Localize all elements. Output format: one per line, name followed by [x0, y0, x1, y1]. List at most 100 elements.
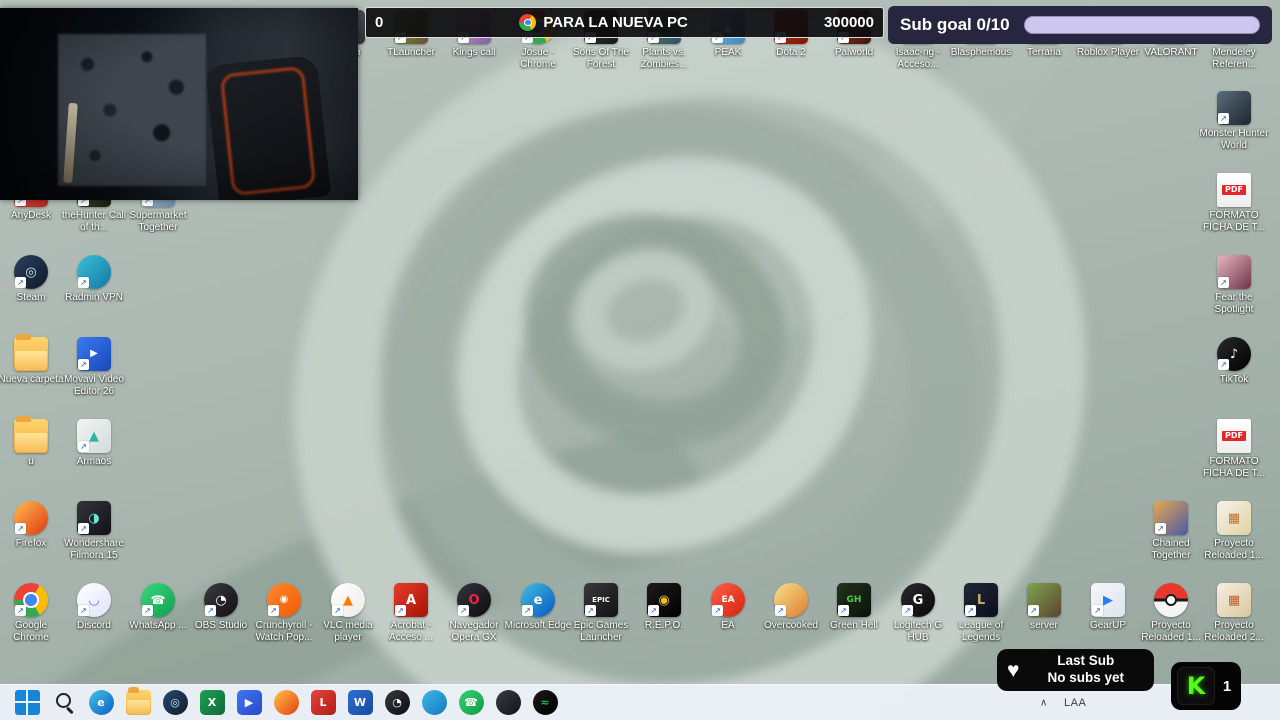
icon-glyph: ▦ — [1227, 510, 1241, 526]
taskbar-app-firefox[interactable] — [273, 690, 299, 716]
taskbar-app-excel[interactable]: X — [199, 690, 225, 716]
icon-art: ≈ — [532, 690, 558, 715]
icon-art: ◎ ↗ — [14, 255, 48, 289]
icon-label: VALORANT — [1144, 47, 1198, 58]
desktop-icon-radmin-vpn[interactable]: ↗ Radmin VPN — [59, 255, 129, 304]
icon-label: Crunchyroll - Watch Pop... — [255, 620, 313, 643]
icon-label: Mendeley Referen... — [1212, 47, 1256, 70]
icon-glyph: ◡ — [89, 592, 99, 608]
desktop-icon-acrobat[interactable]: A ↗ Acrobat - Acceso ... — [376, 583, 446, 643]
shortcut-arrow-icon: ↗ — [1028, 605, 1039, 616]
taskbar-app-app-l[interactable]: L — [310, 690, 336, 716]
icon-label: Josue - Chrome — [520, 47, 556, 70]
icon-label: Proyecto Reloaded 2... — [1204, 620, 1264, 643]
desktop-icon-steam[interactable]: ◎ ↗ Steam — [0, 255, 66, 304]
desktop-icon-discord[interactable]: ◡ ↗ Discord — [59, 583, 129, 632]
icon-label: PEAK — [714, 47, 742, 58]
desktop-icon-proyecto-reloaded-2[interactable]: ▦ ↗ Proyecto Reloaded 2... — [1199, 583, 1269, 643]
desktop-icon-proyecto-reloaded-doc[interactable]: ▦ ↗ Proyecto Reloaded 1... — [1199, 501, 1269, 561]
desktop-icon-chained-together[interactable]: ↗ Chained Together — [1136, 501, 1206, 561]
icon-art: PDF ↗ — [1217, 173, 1251, 207]
icon-art: L ↗ — [964, 583, 998, 617]
desktop-icon-armaos[interactable]: ▲ ↗ Armaos — [59, 419, 129, 468]
icon-label: Radmin VPN — [65, 292, 123, 303]
taskbar-app-obs-studio[interactable]: ◔ — [384, 690, 410, 716]
desktop-icon-opera-gx[interactable]: O ↗ Navegador Opera GX — [439, 583, 509, 643]
taskbar-app-app-dark[interactable] — [495, 690, 521, 716]
icon-art: ↗ — [14, 501, 48, 535]
icon-art: ↗ — [1027, 583, 1061, 617]
shortcut-arrow-icon: ↗ — [78, 277, 89, 288]
icon-art: ▶ ↗ — [1091, 583, 1125, 617]
shortcut-arrow-icon: ↗ — [332, 605, 343, 616]
desktop-icon-crunchyroll[interactable]: ◉ ↗ Crunchyroll - Watch Pop... — [249, 583, 319, 643]
shortcut-arrow-icon: ↗ — [648, 605, 659, 616]
icon-art: G ↗ — [901, 583, 935, 617]
icon-art: EPIC ↗ — [584, 583, 618, 617]
desktop-icon-movavi-video-editor[interactable]: ▶ ↗ Movavi Video Editor 26 — [59, 337, 129, 397]
shortcut-arrow-icon: ↗ — [268, 605, 279, 616]
shortcut-arrow-icon: ↗ — [395, 605, 406, 616]
webcam-vignette — [0, 8, 358, 200]
desktop-icon-epic-games[interactable]: EPIC ↗ Epic Games Launcher — [566, 583, 636, 643]
desktop-icon-whatsapp[interactable]: ☎ ↗ WhatsApp ... — [123, 583, 193, 632]
icon-art — [273, 690, 299, 715]
icon-label: TikTok — [1219, 374, 1249, 385]
icon-label: Kings call — [452, 47, 496, 58]
desktop-icon-obs-studio[interactable]: ◔ ↗ OBS Studio — [186, 583, 256, 632]
icon-label: Firefox — [15, 538, 47, 549]
icon-glyph: ▶ — [90, 348, 98, 359]
desktop-icon-firefox[interactable]: ↗ Firefox — [0, 501, 66, 550]
desktop-icon-nueva-carpeta[interactable]: ↗ Nueva carpeta — [0, 334, 66, 386]
tray-chevron-icon[interactable]: ∧ — [1040, 697, 1047, 708]
icon-label: Roblox Player — [1076, 47, 1140, 58]
desktop-icon-wondershare-filmora[interactable]: ◑ ↗ Wondershare Filmora 15 — [59, 501, 129, 561]
shortcut-arrow-icon: ↗ — [1218, 113, 1229, 124]
desktop-icon-u-folder[interactable]: ↗ u — [0, 416, 66, 468]
desktop-icon-monster-hunter-world[interactable]: ↗ Monster Hunter World — [1199, 91, 1269, 151]
taskbar-app-steam[interactable]: ◎ — [162, 690, 188, 716]
taskbar-app-word[interactable]: W — [347, 690, 373, 716]
desktop-icon-gearup[interactable]: ▶ ↗ GearUP — [1073, 583, 1143, 632]
shortcut-arrow-icon: ↗ — [838, 605, 849, 616]
icon-label: Armaos — [76, 456, 112, 467]
taskbar-app-whatsapp[interactable]: ☎ — [458, 690, 484, 716]
icon-glyph: L — [319, 696, 327, 709]
icon-label: Proyecto Reloaded 1... — [1204, 538, 1264, 561]
desktop-icon-formato-ficha-pdf-2[interactable]: PDF ↗ FORMATO FICHA DE T... — [1199, 419, 1269, 479]
desktop-icon-ea[interactable]: EA ↗ EA — [693, 583, 763, 632]
tray-language[interactable]: LAA — [1064, 697, 1086, 709]
desktop-icon-microsoft-edge[interactable]: e ↗ Microsoft Edge — [503, 583, 573, 632]
icon-label: Nueva carpeta — [0, 374, 64, 385]
icon-glyph: G — [912, 592, 924, 608]
desktop-icon-server[interactable]: ↗ server — [1009, 583, 1079, 632]
icon-art: ▶ — [236, 690, 262, 715]
icon-art: ↗ — [14, 416, 48, 453]
icon-art: ↗ — [1217, 255, 1251, 289]
desktop-icon-tiktok[interactable]: ♪ ↗ TikTok — [1199, 337, 1269, 386]
desktop-icon-green-hell[interactable]: GH ↗ Green Hell — [819, 583, 889, 632]
taskbar-app-movavi[interactable]: ▶ — [236, 690, 262, 716]
desktop-icon-league-of-legends[interactable]: L ↗ League of Legends — [946, 583, 1016, 643]
desktop-icon-repo[interactable]: ◉ ↗ R.E.P.O. — [629, 583, 699, 632]
taskbar-app-spotify[interactable]: ≈ — [532, 690, 558, 716]
taskbar-app-edge[interactable]: e — [88, 690, 114, 716]
icon-art — [495, 690, 521, 715]
icon-art: L — [310, 690, 336, 715]
desktop-icon-fear-the-spotlight[interactable]: ↗ Fear the Spotlight — [1199, 255, 1269, 315]
taskbar-app-app-blue[interactable] — [421, 690, 447, 716]
taskbar-app-search[interactable] — [51, 690, 77, 716]
shortcut-arrow-icon: ↗ — [78, 523, 89, 534]
icon-label: Palworld — [834, 47, 874, 58]
desktop-icon-proyecto-reloaded-1[interactable]: ↗ Proyecto Reloaded 1... — [1136, 583, 1206, 643]
icon-label: Movavi Video Editor 26 — [64, 374, 124, 397]
desktop-icon-overcooked[interactable]: ↗ Overcooked — [756, 583, 826, 632]
desktop-icon-logitech-g-hub[interactable]: G ↗ Logitech G HUB — [883, 583, 953, 643]
taskbar-app-start[interactable] — [14, 690, 40, 716]
taskbar-app-file-explorer[interactable] — [125, 687, 151, 716]
desktop-icon-formato-ficha-pdf-1[interactable]: PDF ↗ FORMATO FICHA DE T... — [1199, 173, 1269, 233]
desktop-icon-vlc[interactable]: ▲ ↗ VLC media player — [313, 583, 383, 643]
donation-current: 0 — [375, 14, 384, 31]
desktop-icon-google-chrome[interactable]: ↗ Google Chrome — [0, 583, 66, 643]
icon-label: AnyDesk — [10, 210, 51, 221]
